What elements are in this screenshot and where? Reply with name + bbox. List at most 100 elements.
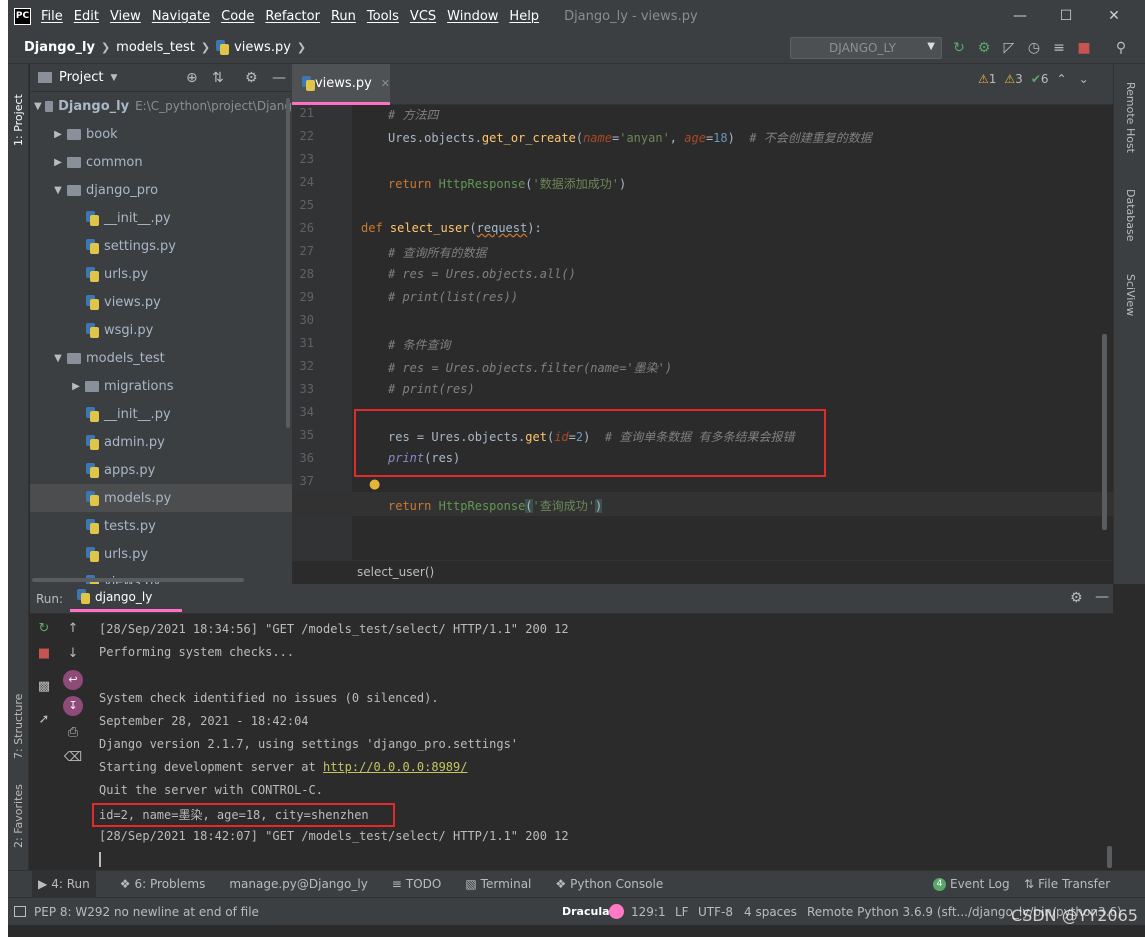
hide-panel-icon[interactable]: — <box>1095 589 1109 605</box>
tree-file[interactable]: settings.py <box>30 232 292 260</box>
menu-vcs[interactable]: VCS <box>410 9 436 24</box>
file-encoding[interactable]: UTF-8 <box>698 905 733 919</box>
code-line-28[interactable]: # res = Ures.objects.all() <box>388 267 576 281</box>
tree-root[interactable]: ▼ Django_ly E:\C_python\project\Djang <box>30 92 292 120</box>
menu-run[interactable]: Run <box>331 9 356 24</box>
status-message[interactable]: PEP 8: W292 no newline at end of file <box>34 905 259 919</box>
debug-icon[interactable]: ⚙ <box>976 40 992 56</box>
line-separator[interactable]: LF <box>675 905 689 919</box>
editor-tab-views[interactable]: views.py ✕ <box>292 64 390 105</box>
tool-database-toggle[interactable]: Database <box>1124 189 1137 242</box>
tree-file[interactable]: tests.py <box>30 512 292 540</box>
chevron-right-icon[interactable]: ▶ <box>52 157 64 168</box>
tree-file[interactable]: urls.py <box>30 260 292 288</box>
menu-refactor[interactable]: Refactor <box>265 9 320 24</box>
menu-code[interactable]: Code <box>221 9 254 24</box>
tool-remote-host-toggle[interactable]: Remote Host <box>1124 82 1137 153</box>
tree-folder[interactable]: ▶ book <box>30 120 292 148</box>
stop-icon[interactable]: ■ <box>34 644 54 664</box>
stop-icon[interactable]: ■ <box>1076 40 1092 56</box>
profile-icon[interactable]: ◷ <box>1026 40 1042 56</box>
code-line-29[interactable]: # print(list(res)) <box>388 290 518 304</box>
code-line-31[interactable]: # 条件查询 <box>388 336 450 353</box>
tree-file[interactable]: models.py <box>30 484 292 512</box>
code-line-24[interactable]: return HttpResponse('数据添加成功') <box>388 175 626 192</box>
vertical-scrollbar[interactable] <box>286 98 290 428</box>
tree-file[interactable]: views.py <box>30 288 292 316</box>
tree-file[interactable]: urls.py <box>30 540 292 568</box>
horizontal-scrollbar[interactable] <box>32 578 244 582</box>
layout-icon[interactable]: ▩ <box>34 677 54 697</box>
tool-problems-button[interactable]: ❖ 6: Problems <box>120 877 206 891</box>
tool-todo-button[interactable]: ≡ TODO <box>392 877 442 891</box>
run-tab-django[interactable]: django_ly <box>70 584 182 612</box>
coverage-icon[interactable]: ◸ <box>1001 40 1017 56</box>
code-line-32[interactable]: # res = Ures.objects.filter(name='墨染') <box>388 359 672 376</box>
tree-file[interactable]: __init__.py <box>30 204 292 232</box>
menu-view[interactable]: View <box>110 9 141 24</box>
breadcrumb-folder[interactable]: models_test <box>116 40 195 55</box>
tool-run-button[interactable]: ▶ 4: Run <box>32 871 96 897</box>
soft-wrap-icon[interactable]: ↩ <box>63 670 83 690</box>
indent-setting[interactable]: 4 spaces <box>744 905 797 919</box>
theme-label[interactable]: Dracula <box>562 905 610 918</box>
tool-manage-button[interactable]: manage.py@Django_ly <box>229 877 367 891</box>
locate-icon[interactable]: ⊕ <box>186 70 198 86</box>
tool-event-log-button[interactable]: 4 Event Log <box>933 877 1010 891</box>
concurrency-icon[interactable]: ≡ <box>1051 40 1067 56</box>
tree-file[interactable]: wsgi.py <box>30 316 292 344</box>
menu-edit[interactable]: Edit <box>74 9 99 24</box>
code-line-38[interactable]: return HttpResponse('查询成功') <box>388 497 603 514</box>
scroll-to-end-icon[interactable]: ↧ <box>63 696 83 716</box>
tree-folder[interactable]: ▶ common <box>30 148 292 176</box>
chevron-down-icon[interactable]: ⌄ <box>1079 72 1089 86</box>
tool-python-console-button[interactable]: ❖ Python Console <box>555 877 663 891</box>
minimize-button[interactable]: — <box>997 0 1043 32</box>
code-line-27[interactable]: # 查询所有的数据 <box>388 244 486 261</box>
collapse-all-icon[interactable]: ⇅ <box>212 70 224 86</box>
tree-file[interactable]: __init__.py <box>30 400 292 428</box>
inspection-widget[interactable]: ⚠ 1 ⚠ 3 ✔ 6 ⌃ ⌄ <box>978 70 1089 88</box>
tool-sciview-toggle[interactable]: SciView <box>1124 274 1137 316</box>
tree-folder[interactable]: ▶ migrations <box>30 372 292 400</box>
close-button[interactable]: ✕ <box>1091 0 1137 32</box>
breadcrumb-file[interactable]: views.py <box>234 40 291 55</box>
chevron-right-icon[interactable]: ▶ <box>52 129 64 140</box>
menu-tools[interactable]: Tools <box>367 9 399 24</box>
run-config-select[interactable]: DJANGO_LY ▼ <box>790 37 942 59</box>
print-icon[interactable]: ⎙ <box>63 723 83 743</box>
function-breadcrumb[interactable]: select_user() <box>357 565 434 579</box>
arrow-down-icon[interactable]: ↓ <box>63 644 83 664</box>
maximize-button[interactable]: ☐ <box>1043 0 1089 32</box>
project-panel-title[interactable]: Project <box>59 70 103 85</box>
menu-file[interactable]: File <box>41 9 63 24</box>
tree-file[interactable]: apps.py <box>30 456 292 484</box>
tool-terminal-button[interactable]: ▧ Terminal <box>465 877 531 891</box>
editor-scrollbar[interactable] <box>1102 334 1107 530</box>
chevron-up-icon[interactable]: ⌃ <box>1057 72 1067 86</box>
search-icon[interactable]: ⚲ <box>1113 40 1129 56</box>
chevron-down-icon[interactable]: ▼ <box>52 185 64 196</box>
toggle-tool-windows-icon[interactable] <box>14 906 26 917</box>
code-line-26[interactable]: def select_user(request): <box>361 221 542 235</box>
code-line-21[interactable]: # 方法四 <box>388 106 438 123</box>
tool-favorites-toggle[interactable]: 2: Favorites <box>12 784 25 848</box>
chevron-down-icon[interactable]: ▼ <box>110 73 117 83</box>
arrow-up-icon[interactable]: ↑ <box>63 619 83 639</box>
tree-file[interactable]: admin.py <box>30 428 292 456</box>
menu-window[interactable]: Window <box>447 9 498 24</box>
close-icon[interactable]: ✕ <box>381 77 390 90</box>
rerun-icon[interactable]: ↻ <box>34 619 54 639</box>
cursor-position[interactable]: 129:1 <box>631 905 666 919</box>
lightbulb-icon[interactable]: ● <box>369 477 380 492</box>
tool-structure-toggle[interactable]: 7: Structure <box>12 694 25 759</box>
trash-icon[interactable]: ⌫ <box>63 748 83 768</box>
tool-project-toggle[interactable]: 1: Project <box>12 94 25 146</box>
hide-panel-icon[interactable]: — <box>272 70 286 86</box>
tree-folder[interactable]: ▼ django_pro <box>30 176 292 204</box>
tool-file-transfer-button[interactable]: ⇅ File Transfer <box>1024 877 1110 891</box>
pin-icon[interactable]: ➚ <box>34 710 54 730</box>
chevron-down-icon[interactable]: ▼ <box>52 353 64 364</box>
gear-icon[interactable]: ⚙ <box>1070 590 1083 606</box>
rerun-icon[interactable]: ↻ <box>951 40 967 56</box>
